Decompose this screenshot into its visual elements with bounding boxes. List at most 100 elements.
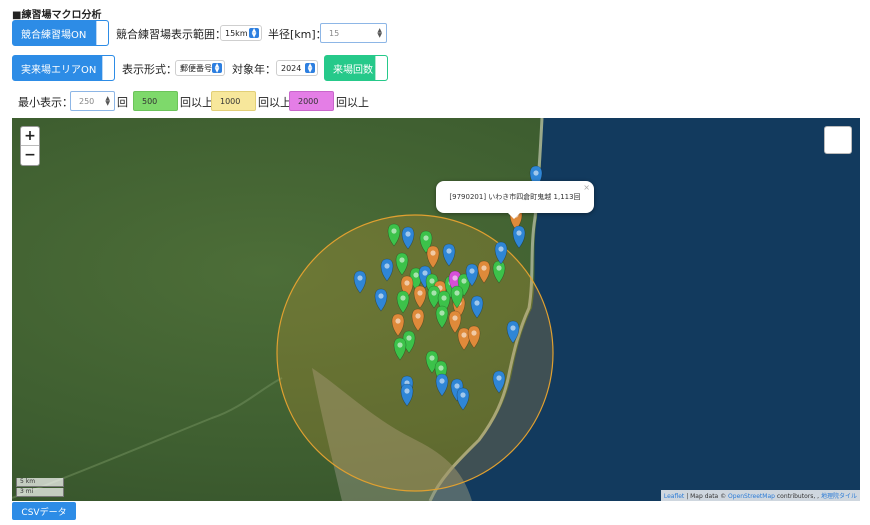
map-marker-dot [461, 332, 467, 338]
zoom-in-button[interactable]: + [21, 127, 39, 146]
map-marker-dot [454, 383, 460, 389]
map-marker-dot [496, 265, 502, 271]
map-marker-dot [395, 318, 401, 324]
map-marker-dot [454, 290, 460, 296]
map-marker-dot [357, 275, 363, 281]
threshold-green-value: 500 [142, 96, 158, 106]
zoom-out-button[interactable]: − [21, 146, 39, 165]
gsi-link[interactable]: 地理院タイル [821, 493, 857, 500]
map-attribution: Leaflet | Map data © OpenStreetMap contr… [660, 490, 860, 501]
competitor-toggle[interactable]: 競合練習場ON [12, 20, 109, 46]
toggle-knob [375, 56, 387, 80]
radius-circle [276, 214, 554, 492]
radius-input-value: 15 [329, 28, 340, 38]
map-marker-dot [533, 170, 539, 176]
map-marker-dot [471, 330, 477, 336]
visitor-area-toggle[interactable]: 実来場エリアON [12, 55, 115, 81]
map-marker-dot [399, 257, 405, 263]
range-select[interactable]: 15km ▲ ▼ [220, 25, 262, 41]
scale-km: 5 km [16, 478, 64, 487]
map-marker-dot [400, 295, 406, 301]
map-marker-dot [441, 295, 447, 301]
csv-data-button[interactable]: CSVデータ [12, 502, 76, 520]
satellite-map [12, 118, 860, 501]
map-marker-dot [498, 246, 504, 252]
page-title: ■練習場マクロ分析 [12, 10, 102, 21]
map-marker-dot [438, 365, 444, 371]
year-select-value: 2024 [281, 63, 302, 73]
chevron-updown-icon: ▲ ▼ [249, 28, 259, 39]
map-marker-dot [429, 278, 435, 284]
chevron-updown-icon: ▲ ▼ [305, 63, 315, 74]
map-marker-dot [461, 278, 467, 284]
attribution-text: | Map data © [684, 493, 729, 500]
map-marker-dot [384, 263, 390, 269]
popup-tip [508, 213, 520, 219]
map-marker-dot [431, 290, 437, 296]
threshold-magenta-input[interactable]: 2000 [289, 91, 334, 111]
map-marker-dot [415, 313, 421, 319]
layer-switch-button[interactable] [824, 126, 852, 154]
unit-label: 回以上 [258, 96, 291, 109]
map-marker-dot [516, 230, 522, 236]
min-display-value: 250 [79, 96, 95, 106]
threshold-yellow-input[interactable]: 1000 [211, 91, 256, 111]
map-marker-dot [469, 268, 475, 274]
map-marker-dot [405, 231, 411, 237]
format-select-value: 郵便番号 [180, 63, 212, 73]
range-select-value: 15km [225, 28, 248, 38]
min-display-label: 最小表示： [18, 96, 73, 109]
visitor-area-toggle-label: 実来場エリアON [21, 64, 97, 76]
osm-link[interactable]: OpenStreetMap [728, 493, 775, 500]
attribution-contrib: contributors, , [774, 493, 821, 500]
map-marker-dot [496, 375, 502, 381]
leaflet-link[interactable]: Leaflet [664, 493, 684, 500]
map-marker-dot [422, 270, 428, 276]
threshold-green-input[interactable]: 500 [133, 91, 178, 111]
unit-label: 回以上 [180, 96, 213, 109]
map-marker-dot [423, 235, 429, 241]
year-select[interactable]: 2024 ▲ ▼ [276, 60, 318, 76]
threshold-yellow-value: 1000 [220, 96, 241, 106]
min-display-input[interactable]: 250 ▲ ▼ [70, 91, 115, 111]
map-marker-dot [430, 250, 436, 256]
map-marker-dot [413, 272, 419, 278]
map-marker-dot [404, 280, 410, 286]
year-label: 対象年： [232, 63, 276, 76]
radius-label: 半径[km]： [268, 28, 327, 41]
map-marker-dot [439, 310, 445, 316]
map-view[interactable]: + − [9790201] いわき市四倉町鬼越 1,113回 × 5 km 3 … [12, 118, 860, 501]
map-marker-dot [510, 325, 516, 331]
radius-input[interactable]: 15 ▲ ▼ [320, 23, 387, 43]
map-marker-dot [397, 342, 403, 348]
threshold-magenta-value: 2000 [298, 96, 319, 106]
format-label: 表示形式： [122, 63, 177, 76]
zoom-control: + − [20, 126, 40, 166]
format-select[interactable]: 郵便番号 ▲ ▼ [175, 60, 225, 76]
map-marker-dot [404, 388, 410, 394]
map-marker-dot [391, 228, 397, 234]
map-marker-dot [417, 290, 423, 296]
competitor-toggle-label: 競合練習場ON [21, 29, 87, 41]
popup-close-icon[interactable]: × [583, 183, 590, 192]
map-marker-dot [460, 392, 466, 398]
map-marker-dot [452, 315, 458, 321]
range-label: 競合練習場表示範囲： [116, 28, 226, 41]
chevron-updown-icon: ▲ ▼ [212, 63, 222, 74]
visit-count-toggle[interactable]: 来場回数 [324, 55, 388, 81]
toggle-knob [96, 21, 108, 45]
unit-label: 回以上 [336, 96, 369, 109]
scale-mi: 3 mi [16, 488, 64, 497]
map-marker-dot [474, 300, 480, 306]
map-marker-dot [378, 293, 384, 299]
map-marker-dot [406, 335, 412, 341]
spinner-icon: ▲ ▼ [377, 27, 382, 39]
map-marker-dot [481, 265, 487, 271]
map-marker-dot [429, 355, 435, 361]
visit-count-toggle-label: 来場回数 [333, 64, 373, 76]
popup-text: [9790201] いわき市四倉町鬼越 1,113回 [449, 193, 581, 201]
spinner-icon: ▲ ▼ [105, 95, 110, 107]
map-marker-dot [452, 275, 458, 281]
unit-label: 回 [117, 96, 128, 109]
map-marker-dot [439, 378, 445, 384]
